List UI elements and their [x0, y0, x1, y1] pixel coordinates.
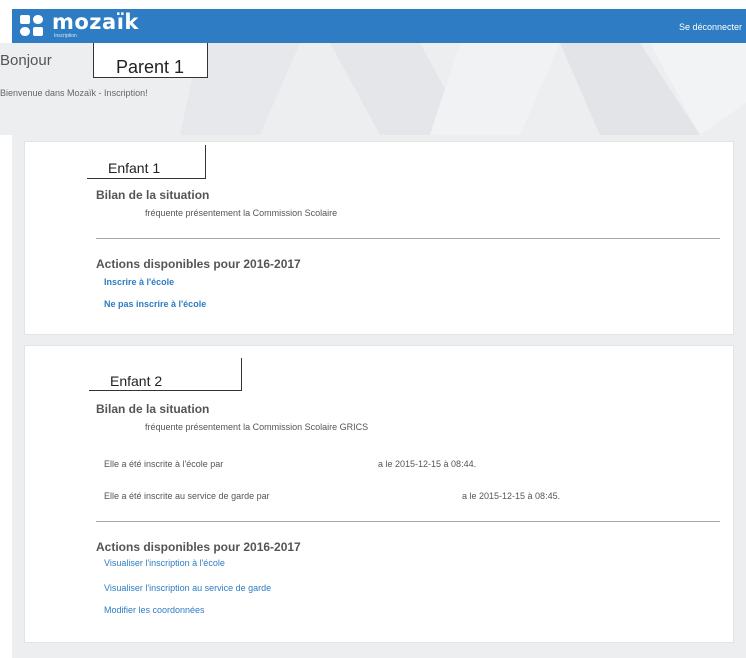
status-title: Bilan de la situation	[96, 188, 210, 202]
child-name: Enfant 2	[110, 373, 163, 389]
status-line: Elle a été inscrite au service de garde …	[104, 491, 270, 501]
enroll-school-link[interactable]: Inscrire à l'école	[104, 277, 174, 287]
status-line: a le 2015-12-15 à 08:45.	[462, 491, 561, 501]
welcome-message: Bienvenue dans Mozaïk - Inscription!	[0, 88, 148, 98]
do-not-enroll-school-link[interactable]: Ne pas inscrire à l'école	[104, 299, 206, 309]
section-divider	[96, 521, 720, 522]
app-logo-subtitle: Inscription	[54, 33, 77, 39]
child-card-1: Enfant 1 Bilan de la situation fréquente…	[24, 141, 734, 335]
greeting-hello: Bonjour	[0, 52, 52, 69]
status-line: Elle a été inscrite à l'école par	[104, 459, 224, 469]
logout-link[interactable]: Se déconnecter	[679, 22, 742, 32]
app-logo-text: mozaïk	[52, 10, 139, 34]
actions-title: Actions disponibles pour 2016-2017	[96, 257, 301, 271]
status-line: fréquente présentement la Commission Sco…	[145, 422, 369, 432]
status-line: fréquente présentement la Commission Sco…	[145, 208, 338, 218]
view-school-enrollment-link[interactable]: Visualiser l'inscription à l'école	[104, 558, 225, 568]
section-divider	[96, 238, 720, 239]
child-name-box: Enfant 1	[87, 145, 206, 179]
child-name: Enfant 1	[108, 160, 161, 176]
status-title: Bilan de la situation	[96, 402, 210, 416]
greeting-name-box: Parent 1	[93, 43, 208, 78]
welcome-banner: Bonjour Parent 1 Bienvenue dans Mozaïk -…	[0, 43, 746, 135]
child-card-2: Enfant 2 Bilan de la situation fréquente…	[24, 345, 734, 643]
actions-title: Actions disponibles pour 2016-2017	[96, 540, 301, 554]
parent-name: Parent 1	[116, 57, 185, 77]
status-line: a le 2015-12-15 à 08:44.	[378, 459, 477, 469]
edit-contact-info-link[interactable]: Modifier les coordonnées	[104, 605, 205, 615]
child-name-box: Enfant 2	[89, 358, 242, 391]
top-navigation-bar: mozaïk Inscription Se déconnecter	[12, 9, 746, 43]
view-daycare-enrollment-link[interactable]: Visualiser l'inscription au service de g…	[104, 583, 271, 593]
mozaik-logo-icon[interactable]	[20, 15, 46, 37]
